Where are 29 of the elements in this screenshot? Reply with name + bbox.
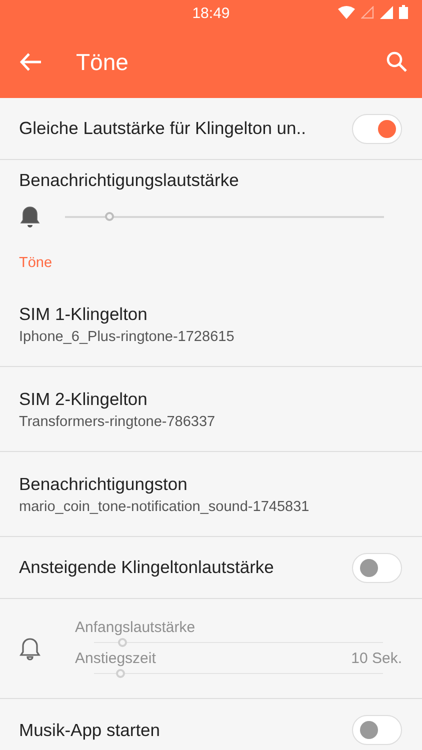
battery-icon	[399, 5, 408, 19]
status-time: 18:49	[192, 4, 230, 22]
setting-title: SIM 1-Klingelton	[19, 304, 148, 324]
setting-subtitle: mario_coin_tone-notification_sound-1745831	[19, 498, 310, 514]
bell-icon	[19, 636, 41, 660]
slider-thumb[interactable]	[105, 212, 114, 221]
slider-track[interactable]	[65, 212, 384, 222]
setting-title: Ansteigende Klingeltonlautstärke	[19, 557, 275, 578]
back-arrow-icon[interactable]	[20, 53, 42, 71]
slider-label: Anstiegszeit	[75, 650, 156, 666]
toggle-switch[interactable]	[352, 114, 402, 144]
screen-title: Töne	[76, 48, 130, 76]
setting-title: SIM 2-Klingelton	[19, 388, 148, 410]
section-header: Töne	[19, 255, 52, 271]
slider-value: 10 Sek.	[351, 650, 402, 666]
setting-title: Benachrichtigungston	[19, 474, 188, 494]
setting-subtitle: Iphone_6_Plus-ringtone-1728615	[19, 328, 236, 344]
setting-title: Gleiche Lautstärke für Klingelton un..	[19, 118, 307, 139]
toggle-switch[interactable]	[352, 715, 402, 745]
setting-subtitle: Transformers-ringtone-786337	[19, 414, 216, 430]
signal-icon	[361, 6, 374, 18]
search-icon[interactable]	[386, 51, 408, 73]
slider-label: Anfangslautstärke	[75, 618, 196, 636]
signal-icon	[380, 6, 393, 18]
bell-icon	[19, 205, 41, 229]
toggle-switch[interactable]	[352, 552, 402, 582]
wifi-icon	[338, 6, 355, 18]
setting-title: Musik-App starten	[19, 720, 162, 740]
setting-title: Benachrichtigungslautstärke	[19, 170, 240, 191]
